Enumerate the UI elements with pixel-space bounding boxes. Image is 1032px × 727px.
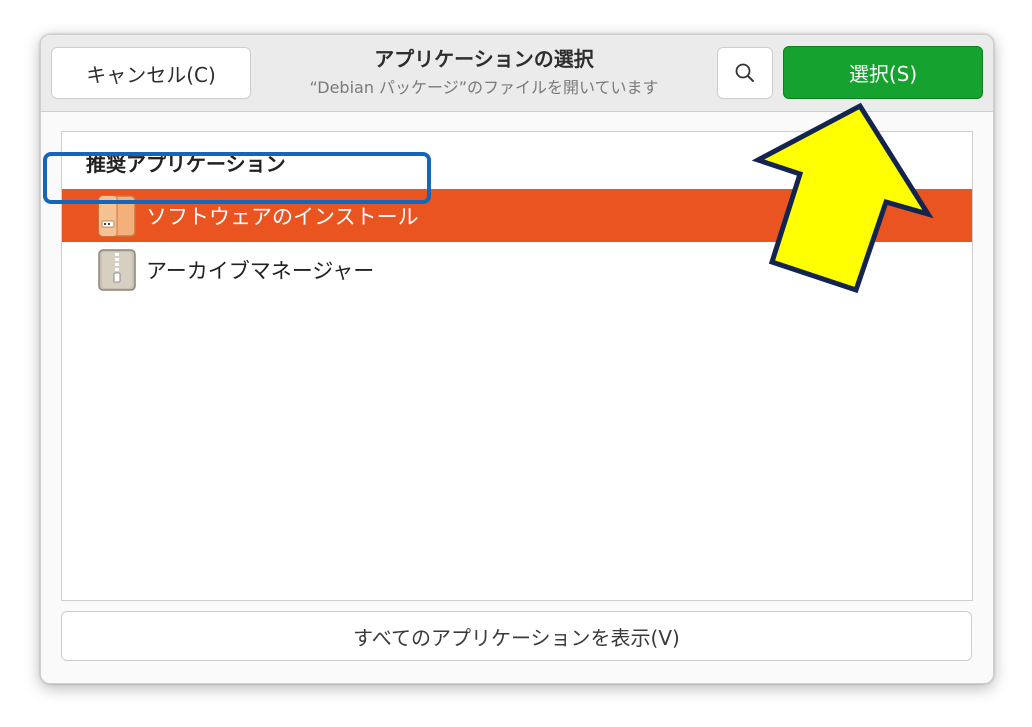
cancel-button-label: キャンセル(C) (86, 62, 216, 87)
callout-arrow-icon (752, 102, 934, 294)
show-all-apps-button[interactable]: すべてのアプリケーションを表示(V) (61, 611, 972, 661)
list-item-label: ソフトウェアのインストール (146, 204, 419, 229)
title-block: アプリケーションの選択 “Debian パッケージ”のファイルを開いています (261, 41, 707, 100)
archive-manager-icon (98, 248, 136, 291)
search-icon (735, 63, 754, 82)
select-button[interactable]: 選択(S) (783, 46, 983, 99)
dialog-title: アプリケーションの選択 (374, 47, 594, 71)
show-all-label: すべてのアプリケーションを表示(V) (353, 625, 680, 650)
screenshot-stage: キャンセル(C) アプリケーションの選択 “Debian パッケージ”のファイル… (0, 0, 1032, 727)
cancel-button[interactable]: キャンセル(C) (51, 47, 251, 99)
dialog-subtitle: “Debian パッケージ”のファイルを開いています (309, 78, 659, 97)
list-item-label: アーカイブマネージャー (146, 258, 375, 283)
search-button[interactable] (717, 47, 773, 99)
callout-highlight-box (43, 152, 431, 204)
select-button-label: 選択(S) (848, 62, 918, 86)
